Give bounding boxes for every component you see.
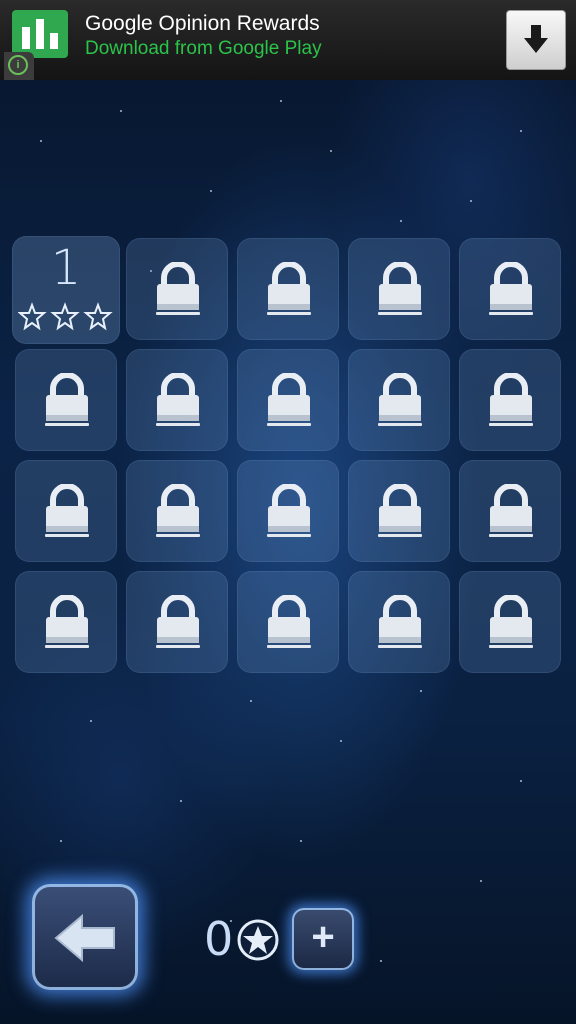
level-tile-locked[interactable]	[459, 238, 561, 340]
level-tile-locked[interactable]	[126, 349, 228, 451]
ad-title: Google Opinion Rewards	[85, 12, 320, 35]
ad-info-icon: i	[8, 55, 28, 75]
lock-icon	[376, 372, 424, 429]
level-tile-locked[interactable]	[126, 571, 228, 673]
lock-icon	[487, 372, 535, 429]
lock-icon	[487, 594, 535, 651]
level-number: 1	[50, 240, 82, 296]
buy-stars-button[interactable]: +	[292, 908, 354, 970]
lock-icon	[154, 261, 202, 318]
level-tile-locked[interactable]	[459, 571, 561, 673]
lock-icon	[265, 261, 313, 318]
level-tile-locked[interactable]	[459, 460, 561, 562]
level-tile-locked[interactable]	[15, 349, 117, 451]
lock-icon	[376, 261, 424, 318]
star-coin-icon	[237, 919, 279, 961]
ad-info-badge[interactable]: i	[4, 52, 34, 80]
back-arrow-icon	[54, 913, 115, 963]
star-empty-icon	[83, 302, 113, 331]
star-empty-icon	[50, 302, 80, 331]
lock-icon	[487, 261, 535, 318]
lock-icon	[487, 483, 535, 540]
star-empty-icon	[18, 302, 47, 331]
lock-icon	[154, 372, 202, 429]
level-tile-locked[interactable]	[348, 349, 450, 451]
lock-icon	[43, 594, 91, 651]
back-button[interactable]	[32, 884, 138, 990]
lock-icon	[43, 483, 91, 540]
level-tile-locked[interactable]	[348, 571, 450, 673]
level-stars	[18, 302, 113, 331]
level-tile-locked[interactable]	[348, 460, 450, 562]
ad-download-button[interactable]	[506, 10, 566, 70]
download-arrow-icon	[524, 25, 548, 53]
level-tile-locked[interactable]	[348, 238, 450, 340]
star-count: 0	[204, 912, 234, 966]
lock-icon	[376, 483, 424, 540]
lock-icon	[376, 594, 424, 651]
ad-subtitle: Download from Google Play	[85, 38, 322, 59]
level-tile-locked[interactable]	[126, 238, 228, 340]
level-tile-locked[interactable]	[237, 460, 339, 562]
level-tile-locked[interactable]	[237, 238, 339, 340]
ad-banner[interactable]: i Google Opinion Rewards Download from G…	[0, 0, 576, 80]
lock-icon	[154, 483, 202, 540]
level-tile-locked[interactable]	[459, 349, 561, 451]
lock-icon	[265, 483, 313, 540]
level-tile-locked[interactable]	[126, 460, 228, 562]
level-tile-locked[interactable]	[237, 571, 339, 673]
level-tile-locked[interactable]	[15, 571, 117, 673]
lock-icon	[265, 372, 313, 429]
lock-icon	[265, 594, 313, 651]
lock-icon	[43, 372, 91, 429]
level-tile-locked[interactable]	[237, 349, 339, 451]
lock-icon	[154, 594, 202, 651]
level-tile-locked[interactable]	[15, 460, 117, 562]
bar-chart-icon	[12, 10, 68, 58]
level-tile-1[interactable]: 1	[12, 236, 120, 344]
